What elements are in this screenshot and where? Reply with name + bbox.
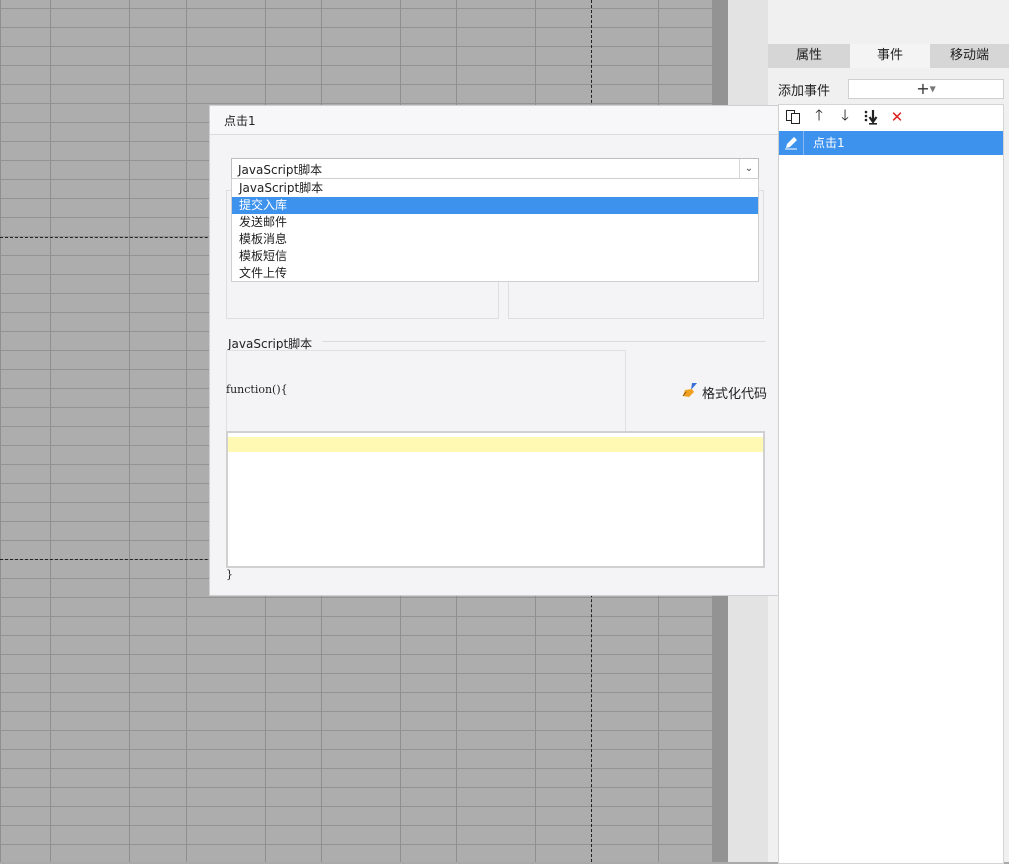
format-code-label: 格式化代码	[702, 386, 768, 402]
function-footer: }	[226, 568, 233, 581]
dropdown-option[interactable]: 模板短信	[232, 248, 758, 265]
grid-column-line	[50, 0, 51, 862]
tab-properties[interactable]: 属性	[768, 44, 850, 68]
plus-icon: +	[916, 79, 930, 98]
arrow-down-icon[interactable]: 🡓	[837, 106, 853, 126]
panel-tabs: 属性 事件 移动端	[768, 44, 1009, 68]
delete-icon[interactable]: ✕	[889, 108, 905, 126]
event-list: 🡑 🡓 ✕ 点击1	[778, 104, 1004, 864]
event-type-select[interactable]: JavaScript脚本 ⌄	[231, 158, 759, 179]
arrow-up-icon[interactable]: 🡑	[811, 106, 827, 126]
tab-mobile[interactable]: 移动端	[930, 44, 1009, 68]
move-bottom-icon[interactable]	[863, 108, 879, 126]
copy-icon[interactable]	[785, 108, 801, 126]
add-event-label: 添加事件	[778, 84, 831, 99]
event-list-item[interactable]: 点击1	[779, 131, 1003, 155]
code-editor[interactable]	[226, 431, 765, 568]
function-header: function(){	[226, 383, 288, 396]
event-name: 点击1	[813, 136, 845, 150]
event-type-dropdown: JavaScript脚本 提交入库 发送邮件 模板消息 模板短信 文件上传	[231, 178, 759, 282]
chevron-down-icon: ▼	[929, 84, 936, 94]
dropdown-option[interactable]: JavaScript脚本	[232, 180, 758, 197]
grid-column-line	[129, 0, 130, 862]
tab-events[interactable]: 事件	[850, 44, 930, 68]
dropdown-option-selected[interactable]: 提交入库	[232, 197, 758, 214]
broom-icon	[682, 382, 698, 402]
dropdown-option[interactable]: 模板消息	[232, 231, 758, 248]
format-code-button[interactable]: 格式化代码	[682, 382, 767, 402]
properties-panel: 属性 事件 移动端 添加事件 +▼ 🡑 🡓 ✕ 点击1	[768, 0, 1009, 864]
event-type-value: JavaScript脚本	[238, 163, 323, 177]
edit-icon[interactable]	[779, 131, 804, 155]
section-divider	[322, 341, 766, 342]
dropdown-option[interactable]: 发送邮件	[232, 214, 758, 231]
grid-column-line	[186, 0, 187, 862]
dialog-title-bar: 点击1	[210, 106, 778, 135]
add-event-button[interactable]: +▼	[848, 79, 1004, 99]
event-dialog: 点击1 JavaScript脚本 ⌄ JavaScript脚本 提交入库 发送邮…	[209, 105, 779, 596]
code-input[interactable]	[228, 433, 763, 566]
dialog-title: 点击1	[224, 114, 256, 128]
chevron-down-icon[interactable]: ⌄	[739, 159, 758, 178]
dropdown-option[interactable]: 文件上传	[232, 265, 758, 282]
event-toolbar: 🡑 🡓 ✕	[779, 105, 905, 129]
